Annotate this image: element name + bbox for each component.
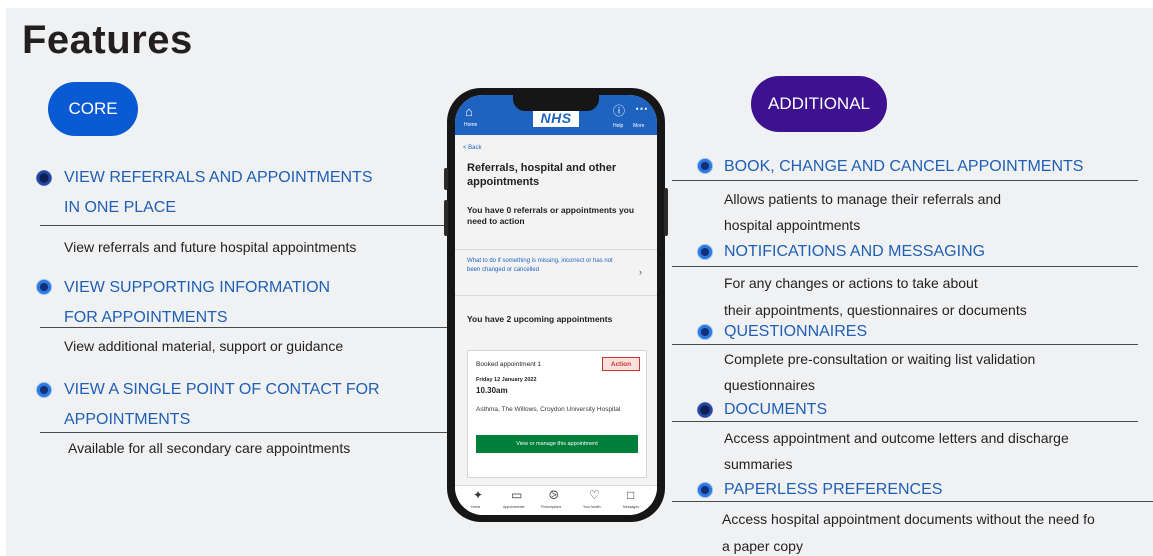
core-heading-1a: VIEW REFERRALS AND APPOINTMENTS	[64, 169, 373, 186]
phone-side-button	[444, 168, 448, 190]
tab-messages: Messages	[623, 505, 639, 509]
divider	[455, 249, 657, 250]
page-title: Features	[22, 18, 193, 62]
tab-bar: ✦ Home ▭ Appointments ⧁ Prescriptions ♡ …	[455, 485, 657, 515]
additional-desc-5a: Access hospital appointment documents wi…	[722, 511, 1095, 527]
home-label: Home	[464, 122, 478, 128]
core-desc-1: View referrals and future hospital appoi…	[64, 239, 357, 255]
back-link[interactable]: < Back	[463, 145, 482, 151]
additional-desc-5b: a paper copy	[722, 538, 803, 554]
divider	[40, 327, 450, 329]
screen-title: Referrals, hospital and other appointmen…	[467, 162, 617, 188]
tablet-icon[interactable]: ▭	[511, 489, 522, 501]
help-label: Help	[613, 123, 624, 129]
divider	[672, 421, 1138, 423]
missing-info-link[interactable]: What to do if something is missing, inco…	[467, 257, 625, 275]
core-heading-3b: APPOINTMENTS	[64, 411, 191, 428]
bullet-icon	[697, 482, 713, 498]
home-icon[interactable]: ⌂	[465, 105, 473, 118]
tab-your-health: Your health	[583, 505, 601, 509]
bullet-icon	[697, 402, 713, 418]
additional-pill: ADDITIONAL	[751, 76, 887, 132]
action-badge: Action	[602, 357, 640, 371]
bullet-icon	[36, 382, 52, 398]
core-desc-2: View additional material, support or gui…	[64, 338, 344, 354]
referrals-status: You have 0 referrals or appointments you…	[467, 205, 635, 226]
core-desc-3: Available for all secondary care appoint…	[68, 440, 351, 456]
more-icon[interactable]: ⋯	[635, 101, 648, 117]
appointment-title: Booked appointment 1	[476, 361, 542, 368]
message-icon[interactable]: □	[627, 489, 634, 501]
nhs-logo: NHS	[533, 109, 579, 127]
additional-heading-2: NOTIFICATIONS AND MESSAGING	[724, 243, 986, 260]
core-pill: CORE	[48, 82, 138, 136]
additional-desc-3a: Complete pre-consultation or waiting lis…	[724, 351, 1036, 367]
pill-icon[interactable]: ⧁	[549, 489, 559, 501]
additional-desc-2a: For any changes or actions to take about	[724, 275, 978, 291]
additional-desc-4a: Access appointment and outcome letters a…	[724, 430, 1069, 446]
appointment-location: Asthma, The Willows, Croydon University …	[476, 406, 621, 413]
additional-heading-1: BOOK, CHANGE AND CANCEL APPOINTMENTS	[724, 158, 1084, 175]
core-heading-2a: VIEW SUPPORTING INFORMATION	[64, 279, 331, 296]
bullet-icon	[36, 279, 52, 295]
additional-heading-3: QUESTIONNAIRES	[724, 323, 868, 340]
manage-appointment-button[interactable]: View or manage this appointment	[476, 435, 638, 453]
appointment-card[interactable]: Booked appointment 1 Action Friday 12 Ja…	[467, 350, 647, 478]
help-icon[interactable]: ⓘ	[613, 105, 625, 117]
chevron-right-icon: ›	[639, 267, 642, 277]
bullet-icon	[697, 244, 713, 260]
phone-side-button	[444, 200, 448, 236]
additional-desc-1a: Allows patients to manage their referral…	[724, 191, 1002, 207]
divider	[672, 180, 1138, 182]
phone-screen: ⌂ Home NHS ⓘ Help ⋯ More < Back Referral…	[455, 95, 657, 515]
divider	[40, 432, 450, 434]
bullet-icon	[36, 170, 52, 186]
upcoming-status: You have 2 upcoming appointments	[467, 314, 613, 324]
core-heading-2b: FOR APPOINTMENTS	[64, 309, 228, 326]
heart-icon[interactable]: ♡	[589, 489, 600, 501]
divider	[40, 225, 450, 227]
tab-prescriptions: Prescriptions	[541, 505, 562, 509]
tab-appointments: Appointments	[503, 505, 525, 509]
additional-desc-4b: summaries	[724, 456, 793, 472]
stethoscope-icon[interactable]: ✦	[473, 489, 483, 501]
slide: Features CORE VIEW REFERRALS AND APPOINT…	[0, 0, 1153, 556]
core-heading-3a: VIEW A SINGLE POINT OF CONTACT FOR	[64, 381, 380, 398]
tab-home: Home	[471, 505, 481, 509]
divider	[455, 295, 657, 296]
bullet-icon	[697, 158, 713, 174]
appointment-date: Friday 12 January 2022	[476, 377, 537, 383]
phone-mockup: ⌂ Home NHS ⓘ Help ⋯ More < Back Referral…	[444, 88, 668, 522]
phone-side-button	[664, 188, 668, 236]
bullet-icon	[697, 324, 713, 340]
phone-notch	[513, 95, 599, 111]
additional-desc-1b: hospital appointments	[724, 217, 861, 233]
core-heading-1b: IN ONE PLACE	[64, 199, 177, 216]
divider	[672, 501, 1153, 503]
divider	[672, 266, 1138, 268]
more-label: More	[633, 123, 645, 129]
appointment-time: 10.30am	[476, 386, 508, 395]
